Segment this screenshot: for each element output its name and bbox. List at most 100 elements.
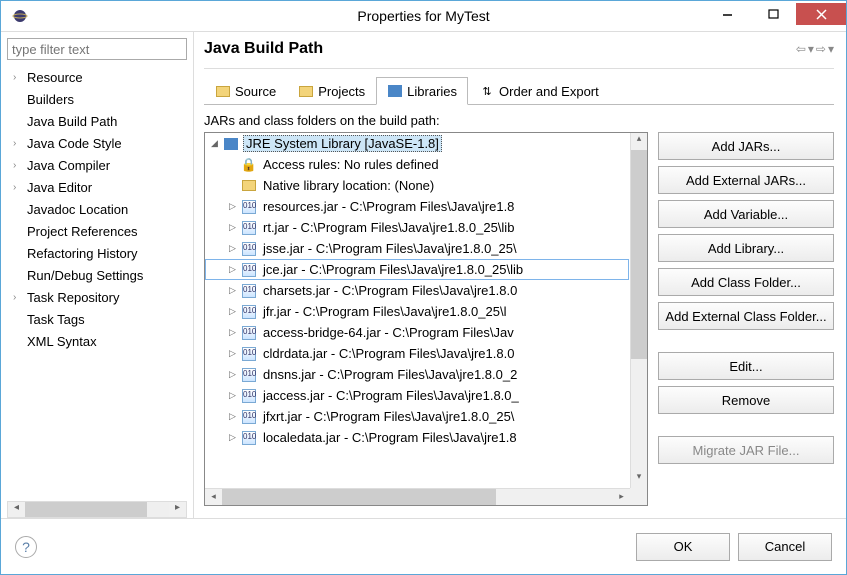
- source-icon: [215, 84, 231, 100]
- hscroll-thumb[interactable]: [222, 489, 496, 505]
- expand-icon[interactable]: ›: [13, 160, 27, 171]
- add-class-folder-button[interactable]: Add Class Folder...: [658, 268, 834, 296]
- nav-item[interactable]: ›Refactoring History: [7, 242, 187, 264]
- collapse-icon[interactable]: ◢: [211, 138, 223, 149]
- forward-icon[interactable]: ⇨: [816, 42, 826, 56]
- jar-row[interactable]: ▷010localedata.jar - C:\Program Files\Ja…: [205, 427, 647, 448]
- expand-icon[interactable]: ▷: [229, 285, 241, 296]
- tab-source[interactable]: Source: [204, 77, 287, 105]
- tree-area[interactable]: ◢JRE System Library [JavaSE-1.8] 🔒Access…: [205, 133, 647, 505]
- maximize-button[interactable]: [750, 3, 796, 25]
- edit-button[interactable]: Edit...: [658, 352, 834, 380]
- expand-icon[interactable]: ▷: [229, 306, 241, 317]
- nav-item[interactable]: ›Javadoc Location: [7, 198, 187, 220]
- tree-hscrollbar[interactable]: ◂ ▸: [205, 488, 630, 505]
- expand-icon[interactable]: ▷: [229, 369, 241, 380]
- jar-row[interactable]: ▷010dnsns.jar - C:\Program Files\Java\jr…: [205, 364, 647, 385]
- jar-row[interactable]: ▷010rt.jar - C:\Program Files\Java\jre1.…: [205, 217, 647, 238]
- window-buttons: [704, 7, 846, 25]
- scroll-left-icon[interactable]: ◂: [205, 489, 222, 505]
- expand-icon[interactable]: ▷: [229, 201, 241, 212]
- library-tree[interactable]: ◢JRE System Library [JavaSE-1.8] 🔒Access…: [204, 132, 648, 506]
- expand-icon[interactable]: ›: [13, 292, 27, 303]
- minimize-button[interactable]: [704, 3, 750, 25]
- back-icon[interactable]: ⇦: [796, 42, 806, 56]
- scroll-thumb[interactable]: [25, 502, 147, 517]
- nav-item[interactable]: ›Run/Debug Settings: [7, 264, 187, 286]
- jar-row[interactable]: ▷010jce.jar - C:\Program Files\Java\jre1…: [205, 259, 629, 280]
- scroll-up-icon[interactable]: ▴: [631, 133, 647, 150]
- scroll-right-icon[interactable]: ▸: [613, 489, 630, 505]
- nav-item[interactable]: ›Java Code Style: [7, 132, 187, 154]
- add-external-jars-button[interactable]: Add External JARs...: [658, 166, 834, 194]
- filter-input[interactable]: [7, 38, 187, 60]
- projects-icon: [298, 84, 314, 100]
- expand-icon[interactable]: ▷: [229, 390, 241, 401]
- forward-menu-icon[interactable]: ▾: [828, 42, 834, 56]
- jar-icon: 010: [241, 346, 257, 362]
- jar-label: cldrdata.jar - C:\Program Files\Java\jre…: [261, 346, 516, 361]
- expand-icon[interactable]: ▷: [229, 327, 241, 338]
- expand-icon[interactable]: ▷: [229, 432, 241, 443]
- scroll-right-icon[interactable]: ▸: [169, 502, 186, 517]
- nav-item[interactable]: ›Project References: [7, 220, 187, 242]
- nav-item[interactable]: ›Task Tags: [7, 308, 187, 330]
- jar-icon: 010: [241, 241, 257, 257]
- nav-tree[interactable]: ›Resource›Builders›Java Build Path›Java …: [7, 64, 187, 501]
- expand-icon[interactable]: ›: [13, 72, 27, 83]
- scroll-left-icon[interactable]: ◂: [8, 502, 25, 517]
- expand-icon[interactable]: ▷: [229, 243, 241, 254]
- tree-access-rules[interactable]: 🔒Access rules: No rules defined: [205, 154, 647, 175]
- jar-icon: 010: [241, 199, 257, 215]
- help-icon[interactable]: ?: [15, 536, 37, 558]
- jar-row[interactable]: ▷010 cldrdata.jar - C:\Program Files\Java…: [205, 343, 647, 364]
- jar-row[interactable]: ▷010resources.jar - C:\Program Files\Jav…: [205, 196, 647, 217]
- nav-item[interactable]: ›Builders: [7, 88, 187, 110]
- jar-row[interactable]: ▷010jaccess.jar - C:\Program Files\Java\…: [205, 385, 647, 406]
- nav-item-label: Project References: [27, 224, 138, 239]
- vscroll-track[interactable]: [631, 150, 647, 471]
- nav-item-label: Java Editor: [27, 180, 92, 195]
- nav-hscrollbar[interactable]: ◂ ▸: [7, 501, 187, 518]
- tree-native-location[interactable]: Native library location: (None): [205, 175, 647, 196]
- tab-order-label: Order and Export: [499, 84, 599, 99]
- nav-item[interactable]: ›XML Syntax: [7, 330, 187, 352]
- scroll-track[interactable]: [25, 502, 169, 517]
- add-library-button[interactable]: Add Library...: [658, 234, 834, 262]
- ok-button[interactable]: OK: [636, 533, 730, 561]
- tab-projects[interactable]: Projects: [287, 77, 376, 105]
- nav-item[interactable]: ›Java Build Path: [7, 110, 187, 132]
- scroll-down-icon[interactable]: ▾: [631, 471, 647, 488]
- nav-item[interactable]: ›Java Editor: [7, 176, 187, 198]
- add-external-class-folder-button[interactable]: Add External Class Folder...: [658, 302, 834, 330]
- expand-icon[interactable]: ▷: [229, 222, 241, 233]
- expand-icon[interactable]: ▷: [229, 348, 241, 359]
- add-jars-button[interactable]: Add JARs...: [658, 132, 834, 160]
- remove-button[interactable]: Remove: [658, 386, 834, 414]
- tree-vscrollbar[interactable]: ▴ ▾: [630, 133, 647, 488]
- tab-libraries[interactable]: Libraries: [376, 77, 468, 105]
- cancel-button[interactable]: Cancel: [738, 533, 832, 561]
- jar-row[interactable]: ▷010jfxrt.jar - C:\Program Files\Java\jr…: [205, 406, 647, 427]
- jar-row[interactable]: ▷010jfr.jar - C:\Program Files\Java\jre1…: [205, 301, 647, 322]
- nav-item[interactable]: ›Resource: [7, 66, 187, 88]
- expand-icon[interactable]: ▷: [229, 411, 241, 422]
- jar-icon: 010: [241, 220, 257, 236]
- add-variable-button[interactable]: Add Variable...: [658, 200, 834, 228]
- hscroll-track[interactable]: [222, 489, 613, 505]
- back-menu-icon[interactable]: ▾: [808, 42, 814, 56]
- jar-row[interactable]: ▷010charsets.jar - C:\Program Files\Java…: [205, 280, 647, 301]
- expand-icon[interactable]: ›: [13, 138, 27, 149]
- expand-icon[interactable]: ›: [13, 182, 27, 193]
- vscroll-thumb[interactable]: [631, 150, 647, 359]
- close-button[interactable]: [796, 3, 846, 25]
- spacer: [658, 336, 834, 346]
- tree-root[interactable]: ◢JRE System Library [JavaSE-1.8]: [205, 133, 647, 154]
- nav-item[interactable]: ›Task Repository: [7, 286, 187, 308]
- jar-icon: 010: [241, 304, 257, 320]
- expand-icon[interactable]: ▷: [229, 264, 241, 275]
- nav-item[interactable]: ›Java Compiler: [7, 154, 187, 176]
- jar-row[interactable]: ▷010jsse.jar - C:\Program Files\Java\jre…: [205, 238, 647, 259]
- tab-order[interactable]: ⇅Order and Export: [468, 77, 610, 105]
- jar-row[interactable]: ▷010access-bridge-64.jar - C:\Program Fi…: [205, 322, 647, 343]
